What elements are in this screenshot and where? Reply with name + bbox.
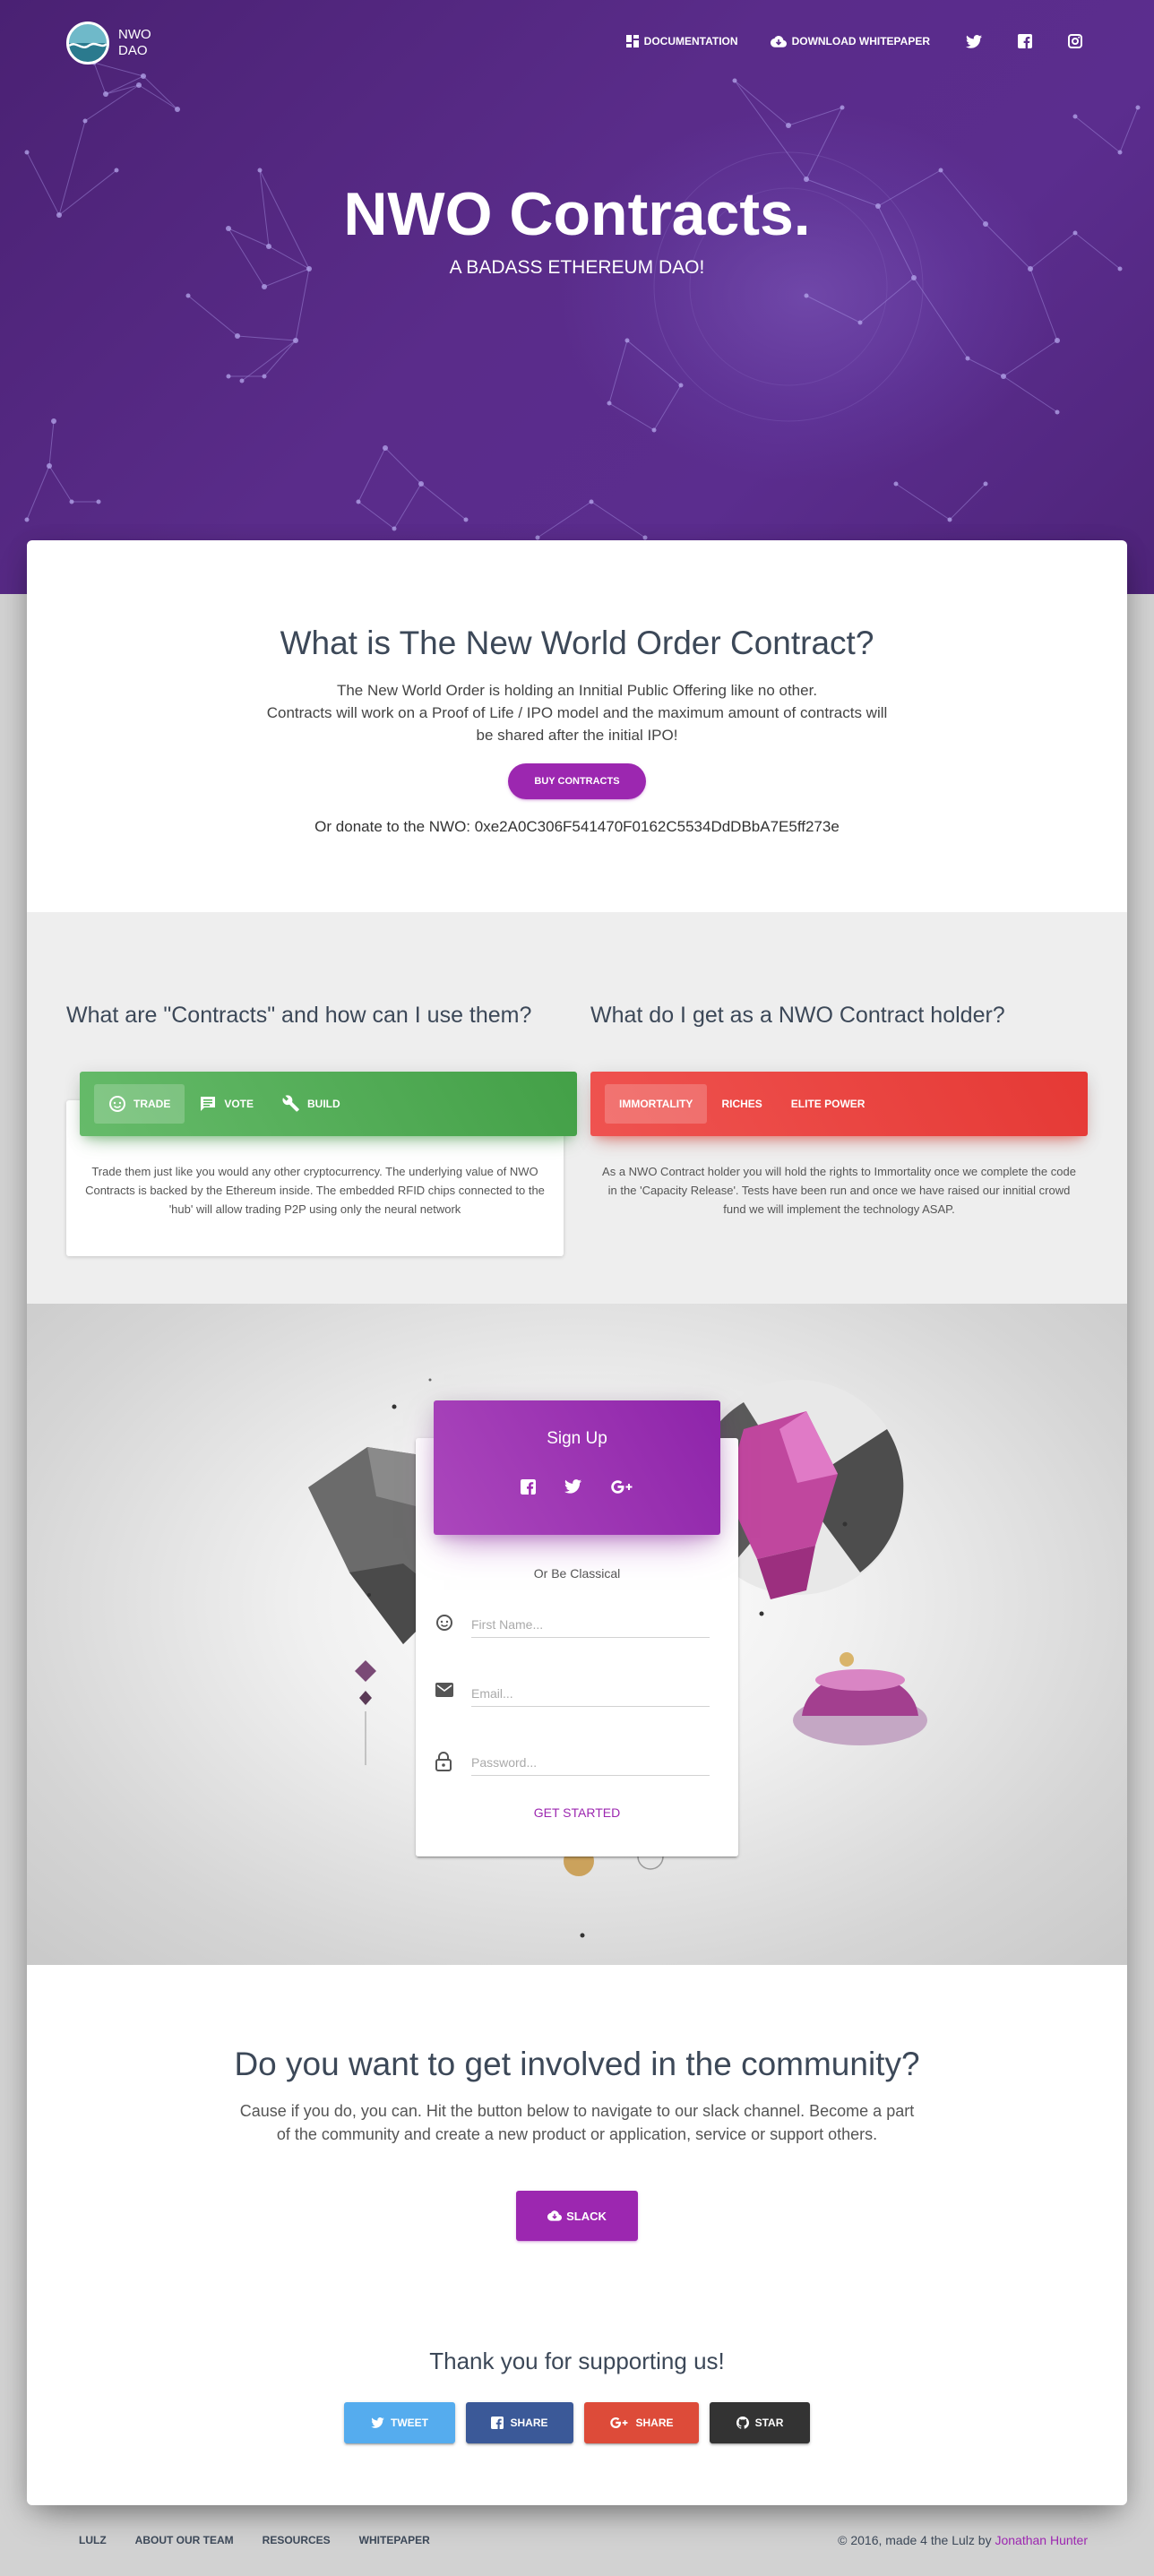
hero-subtitle: A BADASS ETHEREUM DAO! xyxy=(449,257,705,278)
author-link[interactable]: Jonathan Hunter xyxy=(995,2533,1088,2547)
community-section: Do you want to get involved in the commu… xyxy=(27,1965,1127,2505)
buy-contracts-button[interactable]: Buy Contracts xyxy=(508,763,646,799)
get-started-button[interactable]: Get Started xyxy=(416,1805,738,1820)
facebook-icon[interactable] xyxy=(1018,34,1032,48)
features-section: What are "Contracts" and how can I use t… xyxy=(27,912,1127,1304)
tab-elite-power[interactable]: Elite Power xyxy=(777,1084,880,1124)
brand-name-line1: NWO xyxy=(118,27,151,42)
slack-button-label: Slack xyxy=(566,2209,607,2223)
donate-address: Or donate to the NWO: 0xe2A0C306F541470F… xyxy=(314,818,840,835)
main-content-card: What is The New World Order Contract? Th… xyxy=(27,540,1127,2505)
dashboard-icon xyxy=(625,35,639,47)
password-row xyxy=(435,1745,731,1780)
footer-link-resources[interactable]: Resources xyxy=(263,2534,331,2546)
footer: Lulz About our team Resources Whitepaper… xyxy=(0,2505,1154,2576)
password-input[interactable] xyxy=(471,1750,710,1776)
community-title: Do you want to get involved in the commu… xyxy=(234,2046,920,2082)
nav-documentation[interactable]: Documentation xyxy=(625,35,738,47)
email-icon xyxy=(435,1683,453,1702)
facebook-icon xyxy=(491,2417,504,2429)
github-star-button[interactable]: Star xyxy=(710,2402,810,2443)
contracts-tab-content: Trade them just like you would any other… xyxy=(85,1165,545,1216)
footer-link-about[interactable]: About our team xyxy=(135,2534,234,2546)
tab-immortality[interactable]: Immortality xyxy=(605,1084,708,1124)
email-row xyxy=(435,1676,731,1711)
tab-build-label: Build xyxy=(307,1098,340,1110)
signup-social-buttons xyxy=(434,1479,720,1495)
lock-icon xyxy=(435,1751,452,1776)
signup-card-header: Sign Up xyxy=(434,1400,720,1535)
signup-section: Sign Up Or Be Classical First Name... Em… xyxy=(27,1304,1127,1965)
tweet-button[interactable]: Tweet xyxy=(344,2402,455,2443)
brand-name: NWO DAO xyxy=(118,27,151,59)
holder-title: What do I get as a NWO Contract holder? xyxy=(590,1003,1005,1028)
chat-icon xyxy=(199,1095,217,1113)
twitter-icon[interactable] xyxy=(966,34,982,48)
google-plus-icon xyxy=(609,2417,629,2429)
what-is-line-3: be shared after the initial IPO! xyxy=(476,727,678,744)
google-plus-icon[interactable] xyxy=(610,1479,633,1495)
google-plus-share-label: Share xyxy=(635,2417,674,2429)
signup-title: Sign Up xyxy=(547,1429,607,1448)
copyright-text: © 2016, made 4 the Lulz by xyxy=(838,2533,992,2547)
first-name-input[interactable] xyxy=(471,1612,710,1638)
tab-trade-label: Trade xyxy=(133,1098,171,1110)
tab-vote[interactable]: Vote xyxy=(185,1084,268,1124)
first-name-row xyxy=(435,1607,731,1642)
cloud-download-icon xyxy=(770,35,787,47)
wrench-icon xyxy=(282,1095,300,1113)
or-be-classical: Or Be Classical xyxy=(533,1566,621,1581)
twitter-icon xyxy=(371,2417,384,2428)
cloud-download-icon xyxy=(547,2210,563,2221)
community-description: Cause if you do, you can. Hit the button… xyxy=(27,2099,1127,2146)
footer-link-whitepaper[interactable]: Whitepaper xyxy=(359,2534,430,2546)
nav-download-whitepaper[interactable]: Download Whitepaper xyxy=(770,35,930,47)
tab-build[interactable]: Build xyxy=(268,1084,355,1124)
twitter-icon[interactable] xyxy=(564,1479,581,1495)
face-icon xyxy=(108,1095,126,1113)
community-line-2: of the community and create a new produc… xyxy=(276,2125,878,2143)
google-plus-share-button[interactable]: Share xyxy=(584,2402,699,2443)
community-line-1: Cause if you do, you can. Hit the button… xyxy=(239,2102,915,2120)
facebook-share-label: Share xyxy=(510,2417,548,2429)
footer-link-lulz[interactable]: Lulz xyxy=(79,2534,107,2546)
hero-header: NWO DAO Documentation Download Whitepape… xyxy=(0,0,1154,594)
holder-tab-bar: Immortality Riches Elite Power xyxy=(590,1072,1088,1136)
what-is-title: What is The New World Order Contract? xyxy=(280,625,874,661)
tab-vote-label: Vote xyxy=(224,1098,254,1110)
tweet-button-label: Tweet xyxy=(391,2417,428,2429)
nav-whitepaper-label: Download Whitepaper xyxy=(791,35,930,47)
github-star-label: Star xyxy=(754,2417,784,2429)
contracts-tab-bar: Trade Vote Build xyxy=(80,1072,577,1136)
facebook-icon[interactable] xyxy=(521,1479,536,1495)
holder-tab-content: As a NWO Contract holder you will hold t… xyxy=(602,1165,1076,1216)
what-is-section: What is The New World Order Contract? Th… xyxy=(27,540,1127,912)
facebook-share-button[interactable]: Share xyxy=(466,2402,573,2443)
what-is-description: The New World Order is holding an Inniti… xyxy=(27,679,1127,746)
github-icon xyxy=(736,2417,749,2429)
copyright: © 2016, made 4 the Lulz by Jonathan Hunt… xyxy=(838,2533,1088,2547)
brand-name-line2: DAO xyxy=(118,43,148,58)
top-nav: Documentation Download Whitepaper xyxy=(594,34,1082,48)
email-input[interactable] xyxy=(471,1681,710,1707)
brand-logo[interactable]: NWO DAO xyxy=(66,22,151,65)
what-is-line-2: Contracts will work on a Proof of Life /… xyxy=(266,704,888,721)
tab-riches[interactable]: Riches xyxy=(707,1084,776,1124)
share-buttons: Tweet Share Share Star xyxy=(27,2402,1127,2443)
thanks-heading: Thank you for supporting us! xyxy=(429,2348,725,2374)
what-is-line-1: The New World Order is holding an Inniti… xyxy=(336,682,818,699)
nav-documentation-label: Documentation xyxy=(643,35,738,47)
hero-title: NWO Contracts. xyxy=(343,180,811,248)
face-icon xyxy=(435,1614,453,1636)
logo-wave-icon xyxy=(66,22,109,65)
contracts-title: What are "Contracts" and how can I use t… xyxy=(66,1003,532,1028)
tab-trade[interactable]: Trade xyxy=(94,1084,185,1124)
slack-button[interactable]: Slack xyxy=(516,2191,638,2241)
footer-nav: Lulz About our team Resources Whitepaper xyxy=(79,2534,459,2546)
instagram-icon[interactable] xyxy=(1068,34,1082,48)
constellation-background xyxy=(24,60,1141,540)
